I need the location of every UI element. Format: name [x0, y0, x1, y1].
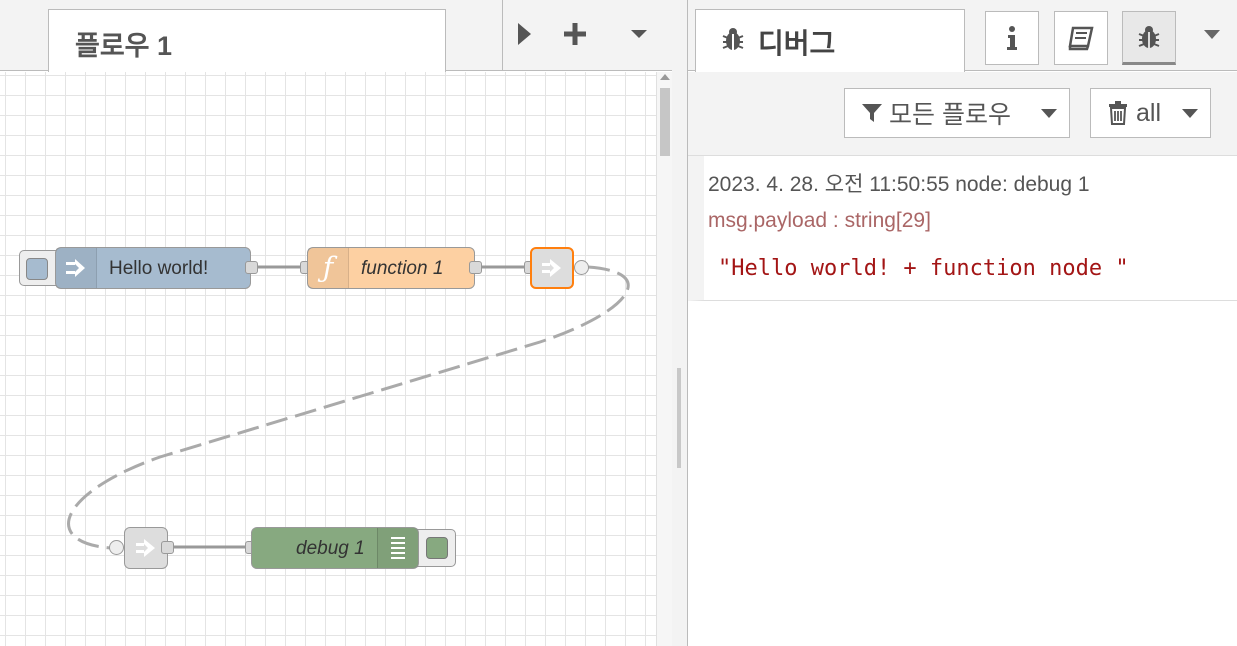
info-tab-button[interactable]: [985, 11, 1039, 65]
add-flow-button[interactable]: [555, 14, 595, 54]
scrollbar-thumb[interactable]: [660, 88, 670, 156]
debug-filter-dropdown[interactable]: 모든 플로우: [844, 88, 1070, 138]
bug-icon: [722, 28, 744, 50]
inject-trigger-button[interactable]: [26, 258, 48, 280]
play-button[interactable]: [505, 14, 545, 54]
debug-tab-label: 디버그: [758, 28, 836, 59]
sidebar-menu-chevron-down-icon[interactable]: [1204, 30, 1220, 39]
info-icon: [1007, 26, 1017, 50]
plus-icon: [564, 23, 586, 45]
flow-list-menu-button[interactable]: [619, 14, 659, 54]
debug-node-label: debug 1: [296, 538, 365, 559]
chevron-down-icon: [631, 30, 647, 38]
function-node[interactable]: ƒ function 1: [307, 247, 475, 289]
splitter-grip[interactable]: [677, 368, 681, 468]
function-icon: ƒ: [322, 251, 334, 284]
inject-node[interactable]: Hello world!: [55, 247, 251, 289]
filter-chevron-down-icon: [1041, 109, 1057, 118]
debug-clear-label: all: [1136, 98, 1162, 127]
function-node-icon-area: ƒ: [308, 248, 349, 288]
inject-node-label: Hello world!: [109, 258, 209, 279]
inject-output-port[interactable]: [245, 261, 258, 274]
debug-node-icon-area: [377, 528, 418, 568]
filter-icon: [862, 104, 882, 122]
play-icon: [518, 23, 531, 45]
debug-message-meta: 2023. 4. 28. 오전 11:50:55 node: debug 1: [708, 173, 1090, 196]
debug-node[interactable]: debug 1: [251, 527, 419, 569]
debug-message-topic[interactable]: msg.payload : string[29]: [708, 209, 931, 233]
link-out-icon: [542, 259, 561, 277]
clear-chevron-down-icon: [1182, 109, 1198, 118]
function-output-port[interactable]: [469, 261, 482, 274]
workspace-tab-tools: [502, 0, 672, 70]
sidebar: 디버그 모든 플로우 all 2023. 4. 28. 오전 11:50:55 …: [688, 0, 1237, 646]
link-in-icon: [136, 539, 155, 557]
debug-tab-button[interactable]: [1122, 11, 1176, 65]
workspace-tabbar: 플로우 1: [0, 0, 672, 72]
debug-toolbar: 모든 플로우 all: [688, 72, 1237, 156]
workspace: 플로우 1 Hello world! ƒ function 1 debug 1: [0, 0, 672, 646]
sidebar-splitter[interactable]: [672, 0, 688, 646]
flow-canvas[interactable]: Hello world! ƒ function 1 debug 1: [0, 72, 656, 646]
help-tab-button[interactable]: [1054, 11, 1108, 65]
canvas-vertical-scrollbar[interactable]: [656, 72, 672, 646]
virtual-link-wire: [67, 265, 630, 550]
linkin-output-port[interactable]: [161, 541, 174, 554]
book-icon: [1068, 26, 1094, 51]
trash-icon: [1109, 101, 1127, 125]
list-icon: [391, 537, 405, 559]
tab-flow-1[interactable]: 플로우 1: [48, 9, 446, 72]
link-in-virtual-port[interactable]: [109, 540, 124, 555]
link-out-virtual-port[interactable]: [574, 260, 589, 275]
bug-icon: [1138, 26, 1160, 48]
debug-message-value[interactable]: "Hello world! + function node ": [718, 256, 1129, 281]
tab-debug[interactable]: 디버그: [695, 9, 965, 72]
function-node-label: function 1: [361, 258, 444, 279]
debug-message[interactable]: 2023. 4. 28. 오전 11:50:55 node: debug 1 m…: [688, 156, 1237, 301]
debug-clear-dropdown[interactable]: all: [1090, 88, 1211, 138]
debug-message-list: 2023. 4. 28. 오전 11:50:55 node: debug 1 m…: [688, 156, 1237, 301]
inject-node-icon-area: [56, 248, 97, 288]
flow-tab-label: 플로우 1: [75, 31, 173, 61]
arrow-in-icon: [66, 259, 85, 277]
scroll-up-arrow-icon[interactable]: [660, 74, 670, 80]
debug-filter-label: 모든 플로우: [889, 101, 1011, 129]
debug-toggle-button[interactable]: [426, 537, 448, 559]
sidebar-tabbar: 디버그: [688, 0, 1237, 72]
link-out-node[interactable]: [530, 247, 574, 289]
